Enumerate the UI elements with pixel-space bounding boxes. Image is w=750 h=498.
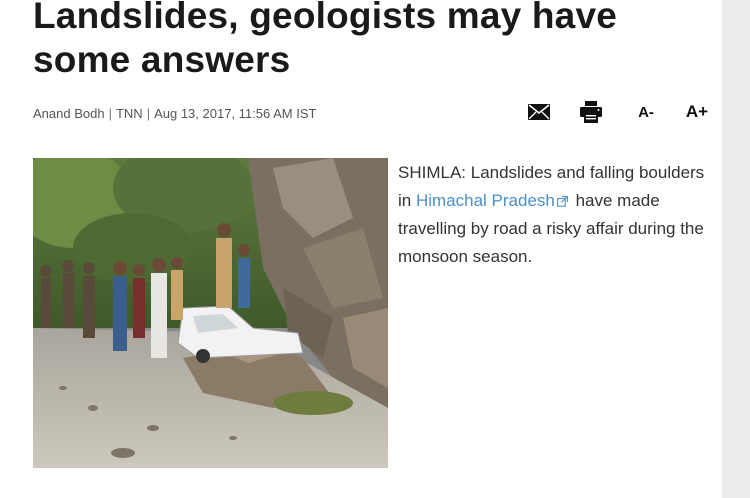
article-body: SHIMLA: Landslides and falling boulders …: [398, 159, 714, 271]
article-headline: Landslides, geologists may have some ans…: [33, 0, 617, 80]
byline: Anand Bodh | TNN | Aug 13, 2017, 11:56 AM IS…: [33, 106, 316, 121]
print-button[interactable]: [578, 98, 604, 126]
font-increase-button[interactable]: A+: [684, 98, 710, 126]
article-page: Landslides, geologists may have some ans…: [0, 0, 722, 498]
himachal-pradesh-link[interactable]: Himachal Pradesh: [416, 191, 555, 210]
article-tools: A- A+: [526, 98, 710, 126]
byline-author[interactable]: Anand Bodh: [33, 106, 105, 121]
article-photo: [33, 158, 388, 468]
email-button[interactable]: [526, 98, 552, 126]
byline-datetime: Aug 13, 2017, 11:56 AM IST: [154, 106, 317, 121]
byline-separator: |: [146, 106, 151, 121]
external-link-icon[interactable]: [556, 196, 568, 207]
byline-separator: |: [108, 106, 112, 121]
byline-source: TNN: [115, 106, 143, 121]
mail-icon: [528, 104, 550, 120]
print-icon: [580, 101, 602, 123]
landslide-photo: [33, 158, 388, 468]
font-decrease-button[interactable]: A-: [634, 98, 658, 126]
